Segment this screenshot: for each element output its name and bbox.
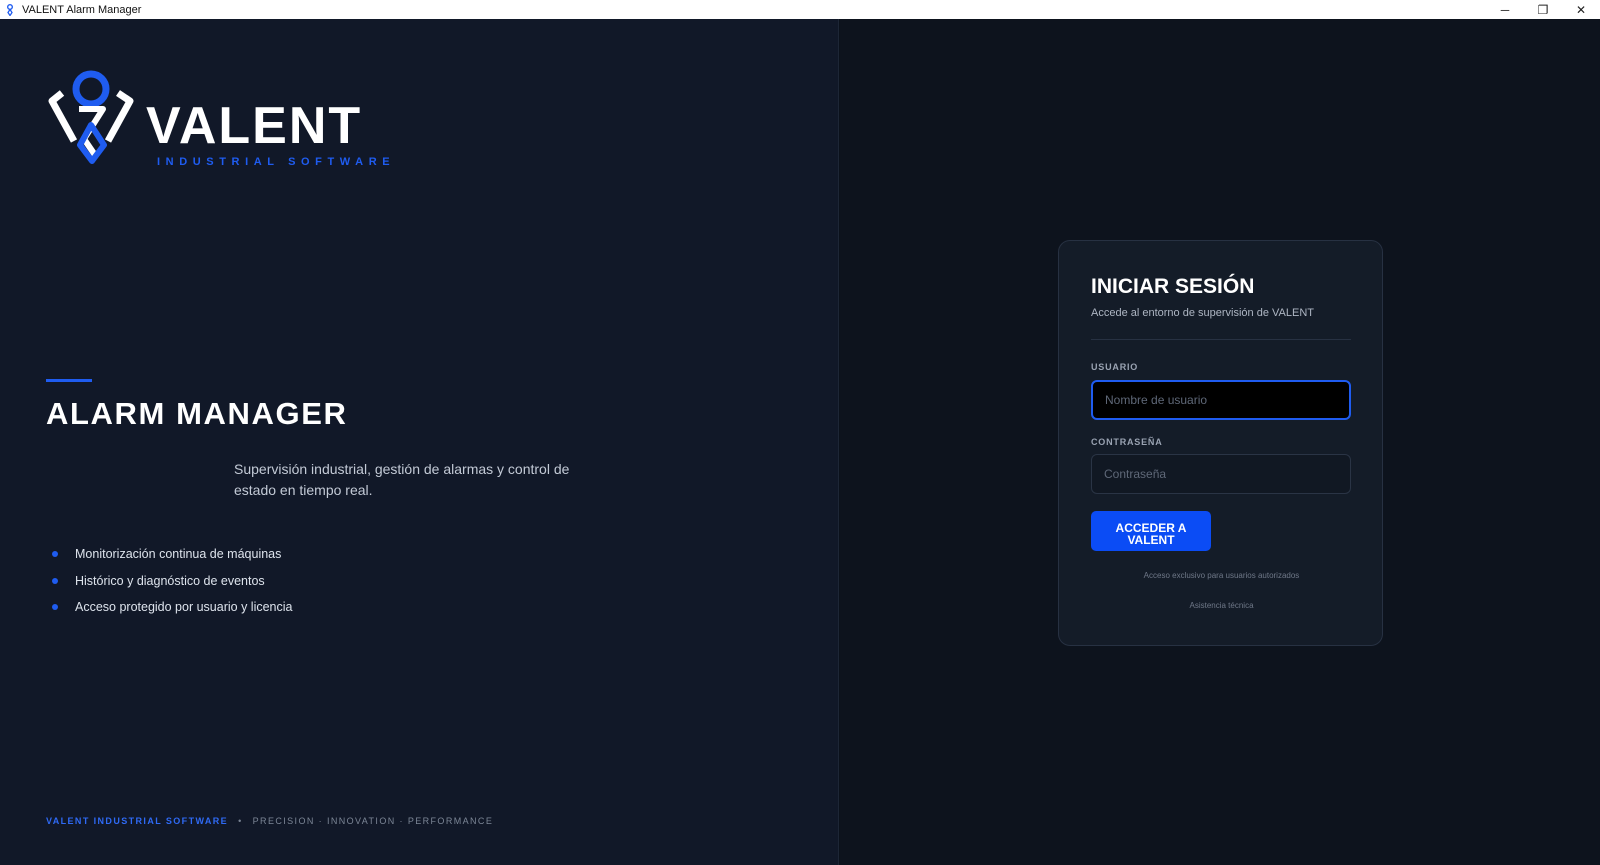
feature-item: Monitorización continua de máquinas: [52, 541, 292, 568]
brand-panel: VALENT INDUSTRIAL SOFTWARE ALARM MANAGER…: [0, 19, 839, 865]
footer-tagline: PRECISION · INNOVATION · PERFORMANCE: [252, 816, 494, 826]
window-titlebar: VALENT Alarm Manager ─ ❐ ✕: [0, 0, 1600, 19]
minimize-icon[interactable]: ─: [1486, 0, 1524, 19]
divider: [1091, 339, 1351, 340]
accent-bar: [46, 379, 92, 382]
password-label: CONTRASEÑA: [1091, 437, 1163, 447]
window-title: VALENT Alarm Manager: [22, 3, 142, 16]
bullet-icon: [52, 577, 58, 584]
feature-text: Histórico y diagnóstico de eventos: [75, 573, 265, 588]
feature-text: Acceso protegido por usuario y licencia: [75, 600, 293, 615]
feature-list: Monitorización continua de máquinas Hist…: [52, 541, 292, 621]
bullet-icon: [52, 551, 58, 558]
logo-tagline: INDUSTRIAL SOFTWARE: [157, 156, 395, 168]
logo-wordmark: VALENT: [146, 97, 362, 155]
brand-footer: VALENT INDUSTRIAL SOFTWARE • PRECISION ·…: [46, 816, 493, 826]
valent-logo-graphic: VALENT INDUSTRIAL SOFTWARE: [48, 70, 395, 168]
login-title: INICIAR SESIÓN: [1091, 275, 1255, 298]
valent-logo: VALENT INDUSTRIAL SOFTWARE: [48, 61, 408, 181]
login-subtitle: Accede al entorno de supervisión de VALE…: [1091, 307, 1314, 319]
restore-icon[interactable]: ❐: [1524, 0, 1562, 19]
feature-item: Acceso protegido por usuario y licencia: [52, 594, 292, 621]
product-title: ALARM MANAGER: [46, 396, 348, 431]
footer-separator: •: [238, 816, 243, 826]
close-icon[interactable]: ✕: [1562, 0, 1600, 19]
access-note: Acceso exclusivo para usuarios autorizad…: [1143, 571, 1300, 580]
product-description: Supervisión industrial, gestión de alarm…: [234, 461, 570, 498]
login-button[interactable]: ACCEDER A VALENT: [1091, 511, 1211, 551]
username-label: USUARIO: [1091, 362, 1139, 372]
username-input[interactable]: [1091, 380, 1351, 420]
feature-text: Monitorización continua de máquinas: [75, 547, 282, 562]
password-input[interactable]: [1091, 454, 1351, 494]
login-card: INICIAR SESIÓN Accede al entorno de supe…: [1058, 240, 1383, 646]
window-controls: ─ ❐ ✕: [1486, 0, 1600, 19]
app-icon: [4, 3, 16, 17]
support-link[interactable]: Asistencia técnica: [1059, 601, 1384, 610]
bullet-icon: [52, 604, 58, 611]
footer-brand: VALENT INDUSTRIAL SOFTWARE: [46, 816, 229, 826]
feature-item: Histórico y diagnóstico de eventos: [52, 568, 292, 595]
